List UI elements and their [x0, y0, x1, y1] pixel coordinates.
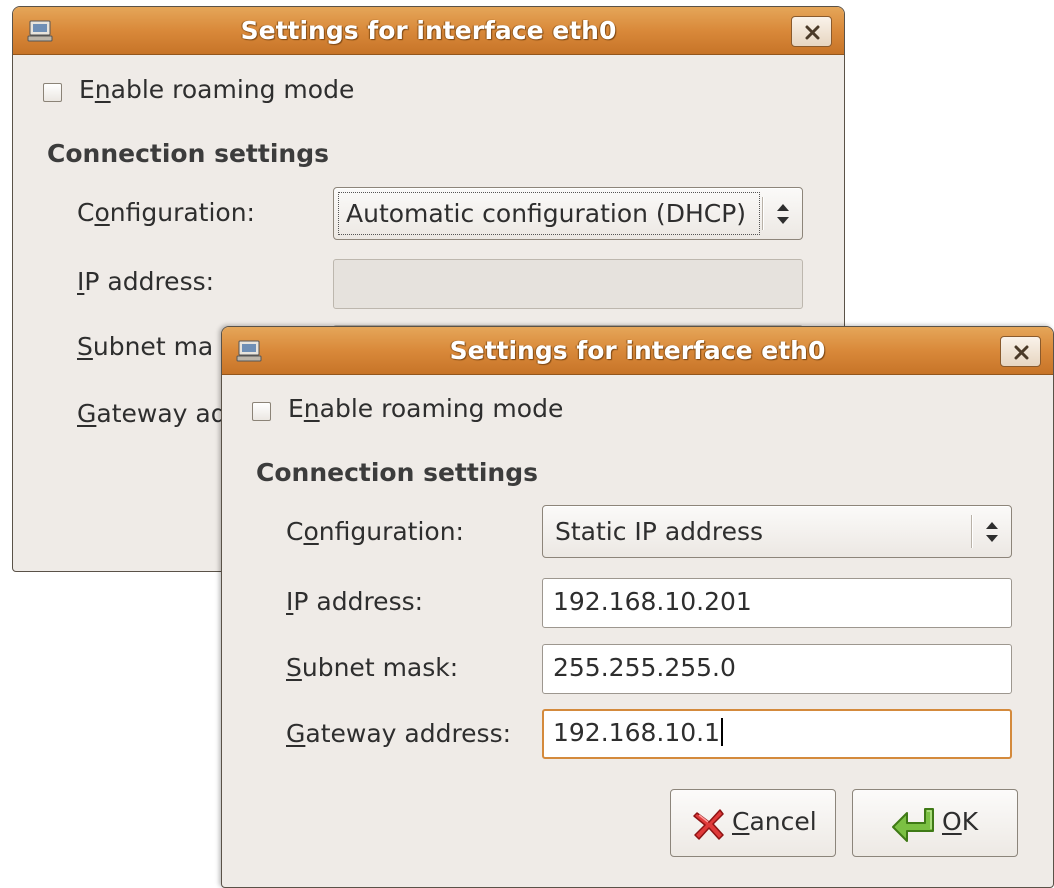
section-title: Connection settings: [256, 458, 538, 487]
cancel-x-icon: [693, 809, 724, 840]
window-title: Settings for interface eth0: [449, 336, 826, 365]
roaming-label[interactable]: Enable roaming mode: [79, 75, 354, 104]
configuration-value: Static IP address: [555, 517, 764, 546]
roaming-label[interactable]: Enable roaming mode: [288, 394, 563, 423]
window-title: Settings for interface eth0: [240, 16, 617, 45]
roaming-checkbox[interactable]: [252, 402, 271, 421]
configuration-combo[interactable]: Static IP address: [542, 505, 1012, 558]
ok-button[interactable]: OK: [852, 789, 1018, 857]
gateway-address-label: Gateway address:: [286, 719, 512, 748]
titlebar[interactable]: Settings for interface eth0: [13, 7, 844, 55]
close-button[interactable]: [791, 16, 832, 47]
ip-address-input[interactable]: [333, 259, 803, 309]
ip-address-label: IP address:: [286, 587, 424, 616]
settings-dialog-front: Settings for interface eth0 Enable roami…: [221, 326, 1054, 888]
updown-arrows-icon: [777, 204, 789, 224]
gateway-address-value: 192.168.10.1: [553, 718, 720, 747]
roaming-checkbox[interactable]: [43, 83, 62, 102]
configuration-combo[interactable]: Automatic configuration (DHCP): [333, 187, 803, 240]
subnet-mask-label: Subnet mask:: [286, 653, 459, 682]
text-cursor: [721, 718, 723, 746]
configuration-label: Configuration:: [286, 517, 464, 546]
gateway-address-label: Gateway ad: [77, 399, 227, 428]
configuration-value: Automatic configuration (DHCP): [346, 199, 747, 228]
cancel-button[interactable]: Cancel: [670, 789, 836, 857]
close-icon: [1014, 345, 1029, 360]
cancel-label: Cancel: [732, 807, 817, 836]
ok-return-arrow-icon: [892, 808, 934, 842]
subnet-mask-label: Subnet ma: [77, 332, 214, 361]
ip-address-input[interactable]: 192.168.10.201: [542, 578, 1012, 628]
ip-address-label: IP address:: [77, 267, 215, 296]
updown-arrows-icon: [986, 522, 998, 542]
gateway-address-input[interactable]: 192.168.10.1: [542, 709, 1012, 759]
combo-separator: [762, 197, 764, 230]
section-title: Connection settings: [47, 139, 329, 168]
ok-label: OK: [942, 807, 979, 836]
close-icon: [805, 25, 820, 40]
close-button[interactable]: [1000, 336, 1041, 367]
titlebar[interactable]: Settings for interface eth0: [222, 327, 1053, 375]
subnet-mask-input[interactable]: 255.255.255.0: [542, 644, 1012, 694]
combo-separator: [971, 515, 973, 548]
configuration-label: Configuration:: [77, 198, 255, 227]
